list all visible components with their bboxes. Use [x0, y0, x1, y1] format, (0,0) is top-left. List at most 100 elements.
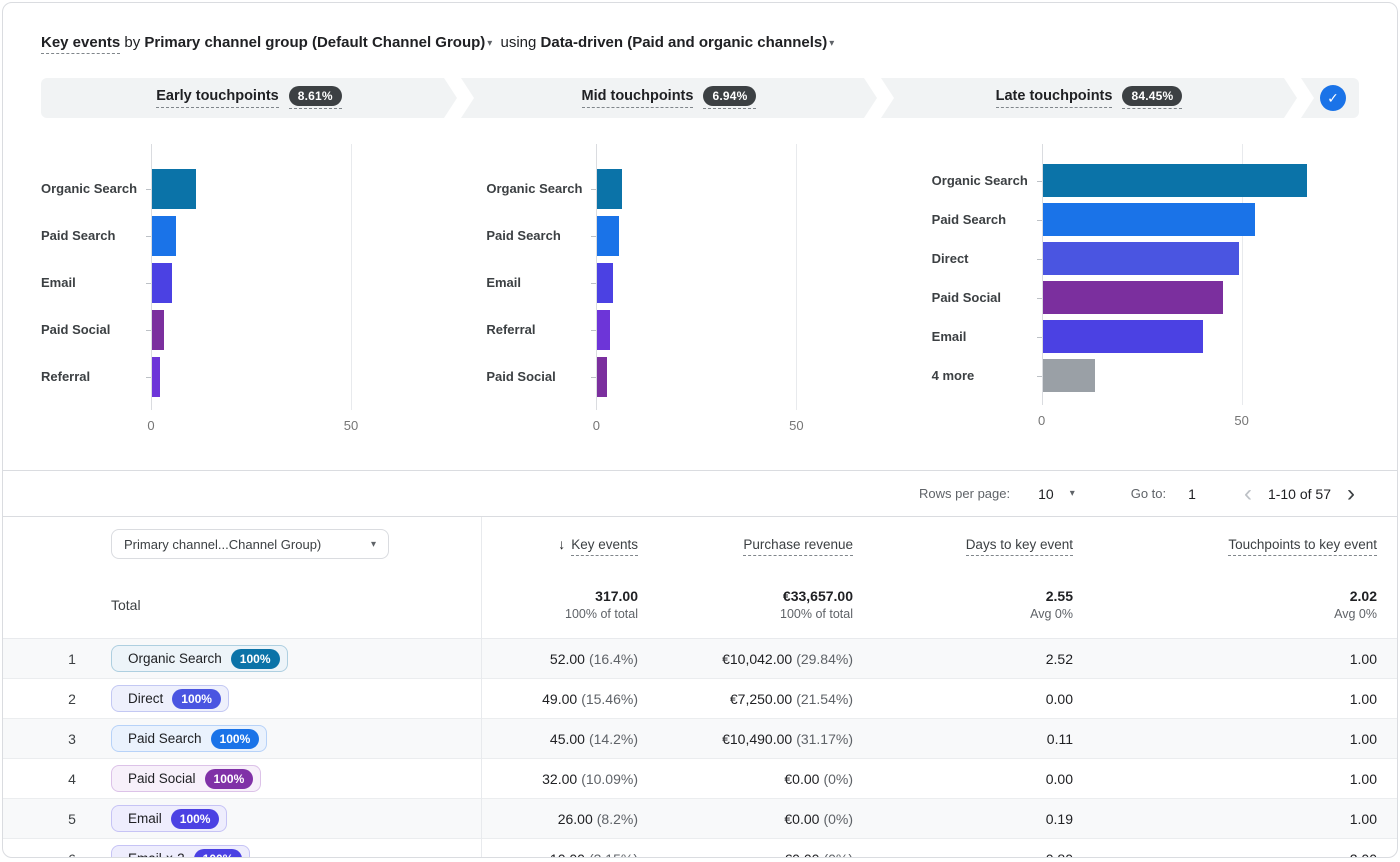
goto-page-input[interactable]: 1: [1188, 486, 1196, 502]
channel-chip-paid-search: Paid Search100%: [111, 725, 267, 752]
funnel-stage-mid[interactable]: Mid touchpoints 6.94%: [461, 78, 877, 118]
category-tick: [146, 377, 151, 378]
funnel-stage-early[interactable]: Early touchpoints 8.61%: [41, 78, 457, 118]
touchpoints-to-key-event-cell: 1.00: [1093, 771, 1397, 787]
funnel-stage-badge: 84.45%: [1122, 87, 1182, 109]
bar-paid-search[interactable]: [1043, 203, 1255, 236]
category-label-direct: Direct: [932, 239, 1032, 278]
table-row-direct[interactable]: 2Direct100%49.00(15.46%)€7,250.00(21.54%…: [3, 679, 1397, 719]
bar-paid-social[interactable]: [1043, 281, 1223, 314]
metric-value: €0.00: [784, 851, 819, 859]
metric-selector[interactable]: Key events: [41, 34, 120, 54]
chevron-down-icon[interactable]: ▾: [1070, 488, 1075, 499]
bar-referral[interactable]: [597, 310, 610, 350]
category-label-organic-search: Organic Search: [41, 165, 141, 212]
dimension-dropdown-label: Primary channel...Channel Group): [124, 537, 321, 552]
metric-value: 45.00: [550, 731, 585, 747]
category-label-4-more: 4 more: [932, 356, 1032, 395]
title-by-text: by: [124, 34, 140, 51]
bar-direct[interactable]: [1043, 242, 1239, 275]
metric-value: 1.00: [1350, 651, 1377, 667]
bar-organic-search[interactable]: [152, 169, 196, 209]
metric-value: 52.00: [550, 651, 585, 667]
table-row-paid-search[interactable]: 3Paid Search100%45.00(14.2%)€10,490.00(3…: [3, 719, 1397, 759]
funnel-end-segment[interactable]: ✓: [1301, 78, 1359, 118]
channel-cell: Direct100%: [103, 685, 481, 712]
category-tick: [591, 330, 596, 331]
category-tick: [1037, 259, 1042, 260]
column-header-purchase-revenue[interactable]: Purchase revenue: [658, 537, 873, 552]
channel-chip-label: Paid Social: [128, 771, 196, 786]
channel-chip-label: Email × 2: [128, 851, 185, 858]
channel-chip-paid-social: Paid Social 100%: [111, 765, 261, 792]
chevron-left-icon[interactable]: ‹: [1244, 484, 1252, 504]
bar-paid-search[interactable]: [597, 216, 619, 256]
rows-per-page-select[interactable]: 10: [1038, 486, 1054, 502]
metric-value: 49.00: [542, 691, 577, 707]
bar-email[interactable]: [152, 263, 172, 303]
column-header-touchpoints-to-key-event[interactable]: Touchpoints to key event: [1093, 537, 1397, 552]
goto-label: Go to:: [1131, 486, 1166, 501]
x-tick-label: 50: [344, 418, 358, 433]
bar-referral[interactable]: [152, 357, 160, 397]
funnel-stage-late[interactable]: Late touchpoints 84.45%: [881, 78, 1297, 118]
bar-organic-search[interactable]: [597, 169, 622, 209]
category-tick: [1037, 337, 1042, 338]
channel-share-badge: 100%: [171, 809, 220, 829]
days-to-key-event-cell: 0.00: [873, 691, 1093, 707]
category-label-email: Email: [41, 259, 141, 306]
channel-share-badge: 100%: [231, 649, 280, 669]
attribution-table: Primary channel...Channel Group) ▾ ↓Key …: [3, 517, 1397, 858]
metric-value: 32.00: [542, 771, 577, 787]
row-number: 6: [3, 851, 103, 859]
chevron-down-icon[interactable]: ▾: [487, 38, 492, 49]
category-tick: [591, 189, 596, 190]
table-row-email-2[interactable]: 6Email × 2100%10.00(3.15%)€0.00(0%)0.802…: [3, 839, 1397, 858]
channel-chip-email-2: Email × 2100%: [111, 845, 250, 858]
metric-value: €10,042.00: [722, 651, 792, 667]
table-row-organic-search[interactable]: 1Organic Search100%52.00(16.4%)€10,042.0…: [3, 639, 1397, 679]
metric-share: (31.17%): [796, 731, 853, 747]
attribution-report-card: Key events by Primary channel group (Def…: [2, 2, 1398, 858]
table-body: 1Organic Search100%52.00(16.4%)€10,042.0…: [3, 639, 1397, 858]
dimension-selector[interactable]: Primary channel group (Default Channel G…: [144, 34, 485, 51]
metric-share: (8.2%): [597, 811, 638, 827]
funnel-stage-label: Mid touchpoints: [582, 88, 694, 108]
category-tick: [146, 330, 151, 331]
touchpoints-to-key-event-cell: 1.00: [1093, 811, 1397, 827]
touchpoints-to-key-event-cell: 1.00: [1093, 651, 1397, 667]
metric-value: 0.19: [1046, 811, 1073, 827]
category-tick: [146, 283, 151, 284]
chevron-right-icon[interactable]: ›: [1347, 484, 1355, 504]
channel-share-badge: 100%: [211, 729, 260, 749]
days-to-key-event-cell: 0.11: [873, 731, 1093, 747]
dimension-dropdown[interactable]: Primary channel...Channel Group) ▾: [111, 529, 389, 559]
bar-paid-social[interactable]: [597, 357, 607, 397]
bar-email[interactable]: [597, 263, 613, 303]
bar-email[interactable]: [1043, 320, 1203, 353]
row-number: 3: [3, 731, 103, 747]
days-to-key-event-cell: 2.52: [873, 651, 1093, 667]
x-tick-label: 50: [1234, 413, 1248, 428]
bar-organic-search[interactable]: [1043, 164, 1307, 197]
table-row-email[interactable]: 5Email100%26.00(8.2%)€0.00(0%)0.191.00: [3, 799, 1397, 839]
key-events-cell: 10.00(3.15%): [481, 851, 658, 859]
table-row-paid-social[interactable]: 4Paid Social100%32.00(10.09%)€0.00(0%)0.…: [3, 759, 1397, 799]
channel-share-badge: 100%: [205, 769, 254, 789]
bar-4-more[interactable]: [1043, 359, 1095, 392]
category-label-organic-search: Organic Search: [932, 161, 1032, 200]
gridline: [351, 144, 352, 410]
funnel-stage-badge: 6.94%: [703, 87, 756, 109]
purchase-revenue-cell: €0.00(0%): [658, 771, 873, 787]
column-header-key-events[interactable]: ↓Key events: [481, 536, 658, 552]
bar-paid-social[interactable]: [152, 310, 164, 350]
column-header-days-to-key-event[interactable]: Days to key event: [873, 537, 1093, 552]
category-tick: [1037, 220, 1042, 221]
bar-paid-search[interactable]: [152, 216, 176, 256]
days-to-key-event-cell: 0.00: [873, 771, 1093, 787]
category-label-paid-search: Paid Search: [486, 212, 586, 259]
metric-share: (0%): [823, 771, 853, 787]
model-selector[interactable]: Data-driven (Paid and organic channels): [541, 34, 828, 51]
column-divider: [481, 517, 482, 858]
chevron-down-icon[interactable]: ▾: [829, 38, 834, 49]
